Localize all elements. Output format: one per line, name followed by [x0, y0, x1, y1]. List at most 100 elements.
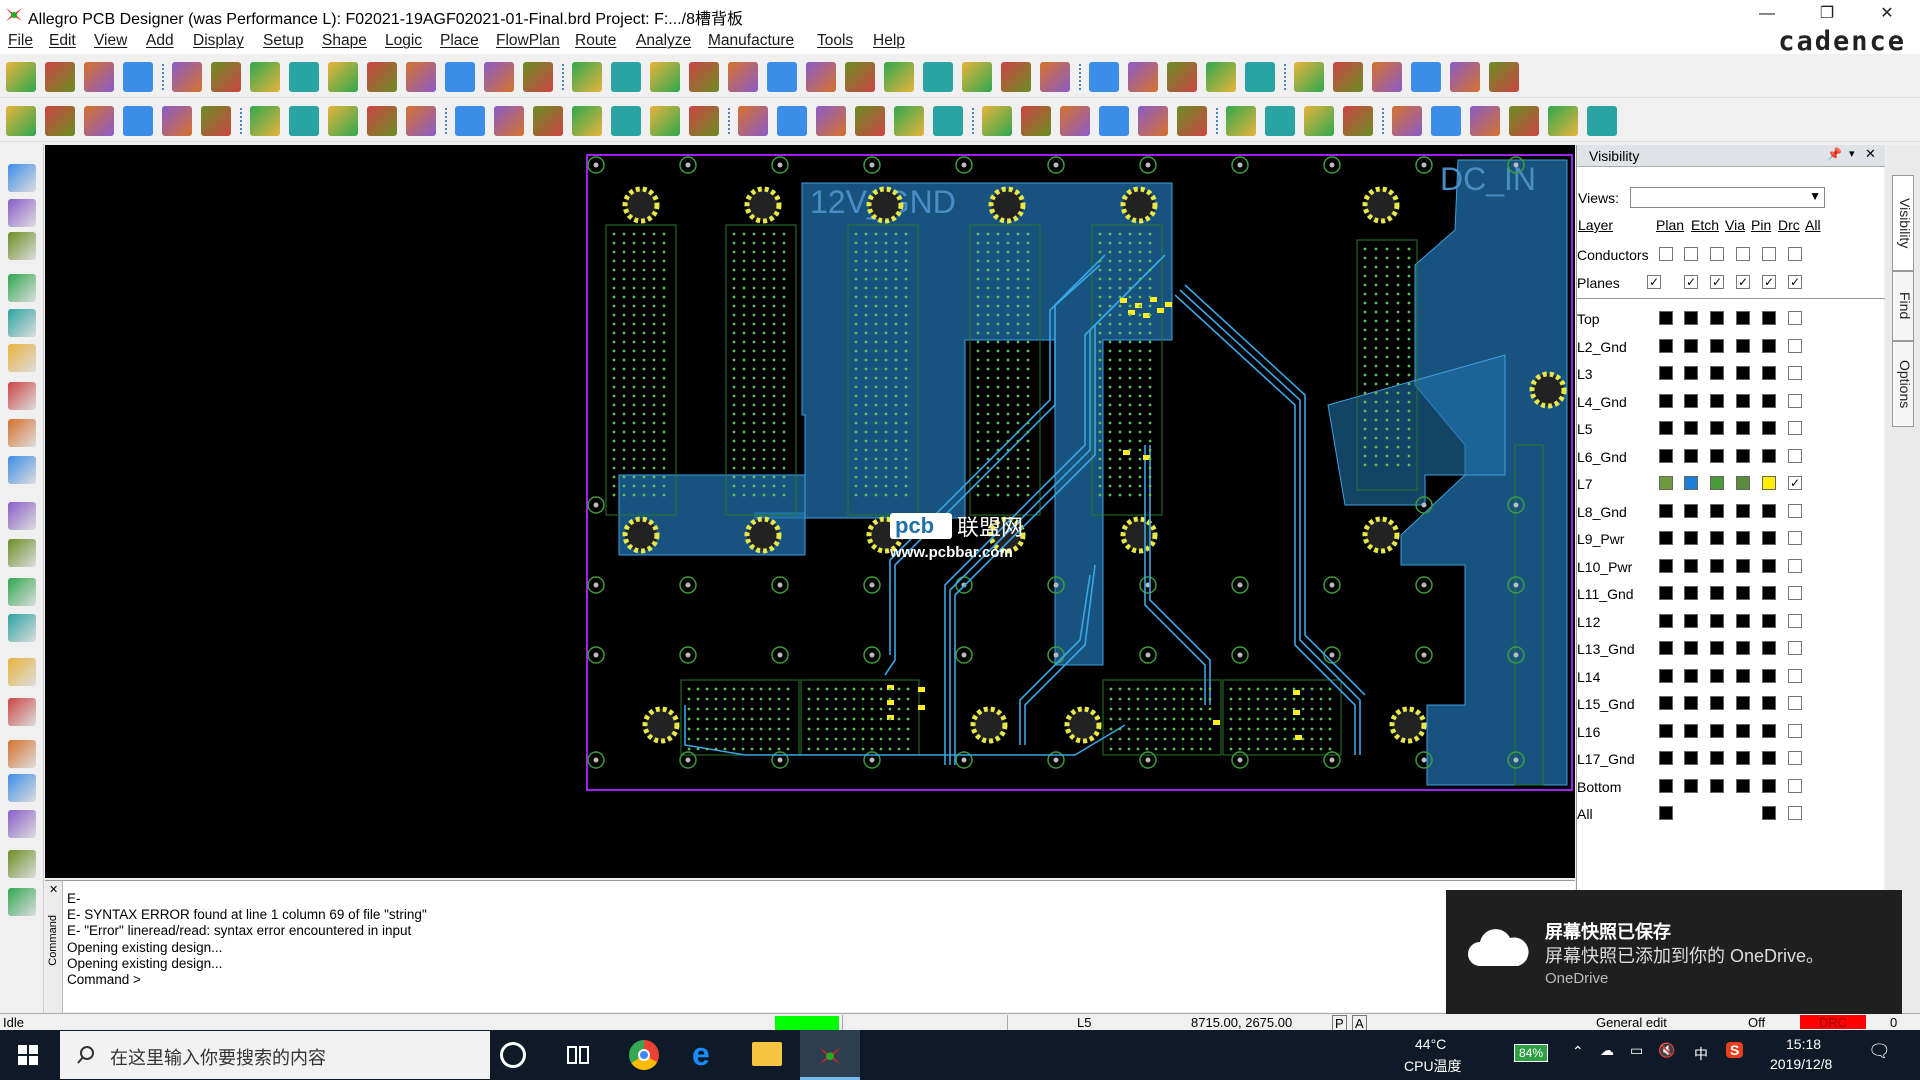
- views-select[interactable]: ▼: [1630, 187, 1825, 208]
- secondary-tool-icon[interactable]: [1343, 106, 1373, 136]
- layer-all-checkbox[interactable]: [1788, 751, 1802, 765]
- left-tool-icon[interactable]: [8, 456, 36, 484]
- secondary-tool-icon[interactable]: [1138, 106, 1168, 136]
- layer-color-swatch[interactable]: [1736, 366, 1750, 380]
- layer-color-swatch[interactable]: [1710, 338, 1724, 353]
- main-tool-icon[interactable]: [484, 62, 514, 92]
- layer-color-swatch[interactable]: [1710, 751, 1724, 765]
- layer-color-swatch[interactable]: [1659, 696, 1673, 710]
- layer-color-swatch[interactable]: [1710, 641, 1724, 655]
- layer-color-swatch[interactable]: [1710, 393, 1724, 408]
- layer-color-swatch[interactable]: [1659, 338, 1673, 353]
- secondary-tool-icon[interactable]: [533, 106, 563, 136]
- main-tool-icon[interactable]: [806, 62, 836, 92]
- layer-color-swatch[interactable]: [1736, 448, 1750, 463]
- secondary-tool-icon[interactable]: [367, 106, 397, 136]
- layer-color-swatch[interactable]: [1710, 586, 1724, 600]
- layer-color-swatch[interactable]: [1659, 503, 1673, 518]
- secondary-tool-icon[interactable]: [162, 106, 192, 136]
- layer-color-swatch[interactable]: [1736, 338, 1750, 353]
- planes-checkbox[interactable]: ✓: [1762, 275, 1776, 289]
- secondary-tool-icon[interactable]: [250, 106, 280, 136]
- planes-checkbox[interactable]: ✓: [1684, 275, 1698, 289]
- layer-color-swatch[interactable]: [1736, 311, 1750, 325]
- clock-time[interactable]: 15:18: [1786, 1036, 1821, 1052]
- layer-all-checkbox[interactable]: [1788, 421, 1802, 435]
- layer-color-swatch[interactable]: [1762, 586, 1776, 600]
- layer-name[interactable]: Bottom: [1577, 779, 1621, 795]
- tab-options[interactable]: Options: [1892, 341, 1914, 427]
- layer-color-swatch[interactable]: [1762, 613, 1776, 628]
- left-tool-icon[interactable]: [8, 382, 36, 410]
- left-tool-icon[interactable]: [8, 419, 36, 447]
- main-tool-icon[interactable]: [767, 62, 797, 92]
- layer-all-checkbox[interactable]: [1788, 586, 1802, 600]
- menu-logic[interactable]: Logic: [385, 32, 422, 50]
- onedrive-tray-icon[interactable]: ☁: [1600, 1042, 1614, 1059]
- layer-color-swatch[interactable]: [1684, 531, 1698, 545]
- layer-color-swatch[interactable]: [1762, 778, 1776, 793]
- layer-color-swatch[interactable]: [1659, 558, 1673, 573]
- planes-checkbox[interactable]: ✓: [1736, 275, 1750, 289]
- menu-add[interactable]: Add: [146, 32, 174, 50]
- conductors-checkbox[interactable]: [1788, 247, 1802, 261]
- layer-color-swatch[interactable]: [1736, 558, 1750, 573]
- menu-analyze[interactable]: Analyze: [636, 32, 691, 50]
- left-tool-icon[interactable]: [8, 614, 36, 642]
- secondary-tool-icon[interactable]: [816, 106, 846, 136]
- layer-color-swatch[interactable]: [1659, 613, 1673, 628]
- layer-color-swatch[interactable]: [1659, 366, 1673, 380]
- layer-color-swatch[interactable]: [1659, 586, 1673, 600]
- secondary-tool-icon[interactable]: [455, 106, 485, 136]
- secondary-tool-icon[interactable]: [201, 106, 231, 136]
- windows-start-icon[interactable]: [18, 1045, 38, 1065]
- tray-expand-icon[interactable]: ⌃: [1572, 1043, 1584, 1060]
- left-tool-icon[interactable]: [8, 740, 36, 768]
- layer-color-swatch[interactable]: [1762, 503, 1776, 518]
- header-layer[interactable]: Layer: [1578, 217, 1613, 233]
- main-tool-icon[interactable]: [1206, 62, 1236, 92]
- taskbar-search-box[interactable]: 在这里输入你要搜索的内容: [60, 1031, 490, 1079]
- main-tool-icon[interactable]: [1372, 62, 1402, 92]
- layer-name[interactable]: L12: [1577, 614, 1600, 630]
- secondary-tool-icon[interactable]: [1548, 106, 1578, 136]
- main-tool-icon[interactable]: [328, 62, 358, 92]
- layer-all-checkbox[interactable]: [1788, 723, 1802, 738]
- left-tool-icon[interactable]: [8, 888, 36, 916]
- file-explorer-icon[interactable]: [752, 1042, 782, 1066]
- layer-all-checkbox[interactable]: [1788, 641, 1802, 655]
- layer-color-swatch[interactable]: [1710, 668, 1724, 683]
- layer-color-swatch[interactable]: [1684, 503, 1698, 518]
- chrome-icon[interactable]: [629, 1040, 659, 1070]
- layer-color-swatch[interactable]: [1684, 641, 1698, 655]
- layer-color-swatch[interactable]: [1736, 531, 1750, 545]
- header-drc[interactable]: Drc: [1778, 217, 1800, 233]
- secondary-tool-icon[interactable]: [650, 106, 680, 136]
- secondary-tool-icon[interactable]: [933, 106, 963, 136]
- main-tool-icon[interactable]: [211, 62, 241, 92]
- secondary-tool-icon[interactable]: [1099, 106, 1129, 136]
- command-pane-handle[interactable]: ✕ Command: [45, 881, 63, 1013]
- conductors-checkbox[interactable]: [1736, 247, 1750, 261]
- secondary-tool-icon[interactable]: [1509, 106, 1539, 136]
- secondary-tool-icon[interactable]: [982, 106, 1012, 136]
- layer-color-swatch[interactable]: [1736, 778, 1750, 793]
- layer-name[interactable]: L11_Gnd: [1577, 586, 1634, 602]
- menu-route[interactable]: Route: [575, 32, 616, 50]
- planes-checkbox[interactable]: ✓: [1788, 275, 1802, 289]
- secondary-tool-icon[interactable]: [45, 106, 75, 136]
- secondary-tool-icon[interactable]: [328, 106, 358, 136]
- secondary-tool-icon[interactable]: [894, 106, 924, 136]
- layer-color-swatch[interactable]: [1684, 668, 1698, 683]
- layer-color-swatch[interactable]: [1710, 778, 1724, 793]
- minimize-button[interactable]: —: [1738, 0, 1796, 28]
- left-tool-icon[interactable]: [8, 698, 36, 726]
- layer-color-swatch[interactable]: [1710, 503, 1724, 518]
- main-tool-icon[interactable]: [1294, 62, 1324, 92]
- layer-color-swatch[interactable]: [1684, 751, 1698, 765]
- volume-muted-icon[interactable]: 🔇: [1658, 1042, 1675, 1059]
- main-tool-icon[interactable]: [1245, 62, 1275, 92]
- menu-display[interactable]: Display: [193, 32, 244, 50]
- layer-color-swatch[interactable]: [1659, 393, 1673, 408]
- layer-color-swatch[interactable]: [1659, 723, 1673, 738]
